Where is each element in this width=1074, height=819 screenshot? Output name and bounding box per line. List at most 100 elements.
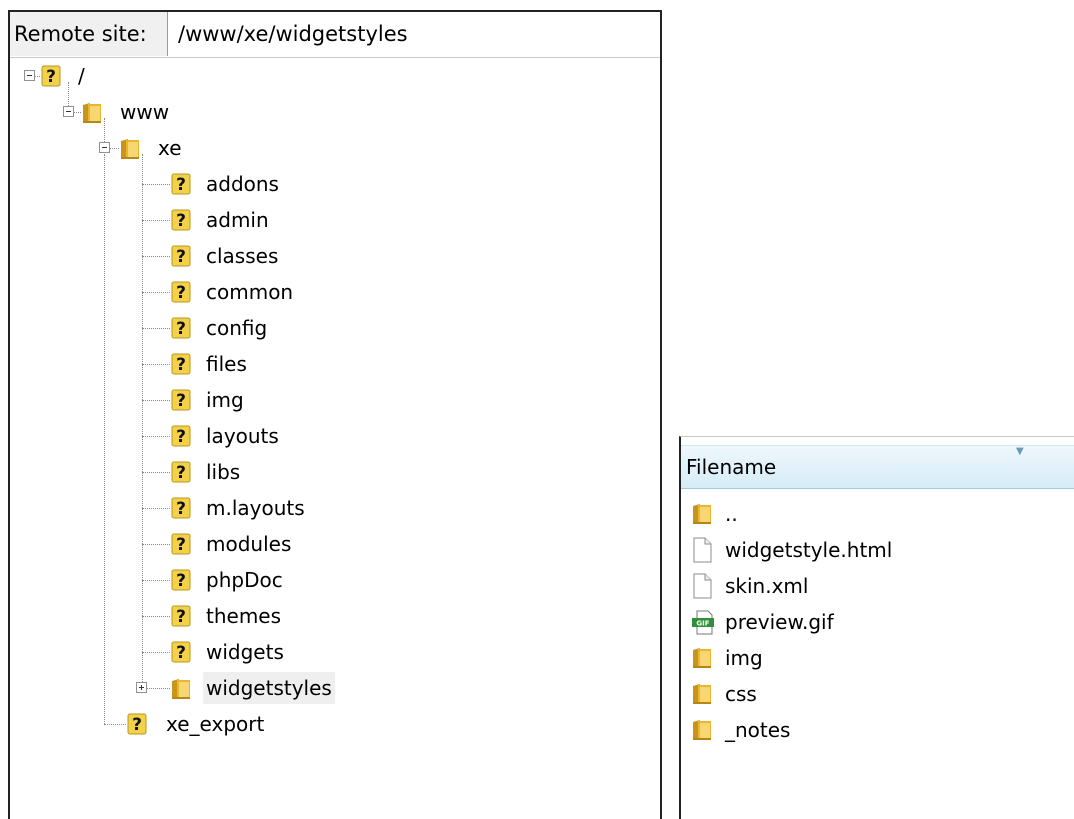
tree-node-label: files xyxy=(206,352,247,376)
tree-node-addons[interactable]: ? addons xyxy=(10,168,650,200)
tree-connector-line xyxy=(104,154,105,724)
tree-connector-line xyxy=(142,184,170,185)
folder-icon xyxy=(119,136,141,160)
file-list-item[interactable]: .. xyxy=(681,497,1071,531)
tree-connector-line xyxy=(142,616,170,617)
question-folder-icon: ? xyxy=(170,388,192,412)
file-name: .. xyxy=(725,502,738,526)
tree-node-root[interactable]: ? / xyxy=(10,60,650,92)
file-name: skin.xml xyxy=(725,574,809,598)
collapse-minus-icon[interactable] xyxy=(24,70,35,81)
file-list-item[interactable]: GIF preview.gif xyxy=(681,605,1071,639)
tree-node-label: addons xyxy=(206,172,279,196)
sort-arrow-icon: ▼ xyxy=(1016,446,1024,457)
tree-node-phpdoc[interactable]: ? phpDoc xyxy=(10,564,650,596)
tree-connector-line xyxy=(142,400,170,401)
svg-text:?: ? xyxy=(176,391,186,411)
svg-text:?: ? xyxy=(176,247,186,267)
tree-connector-line xyxy=(142,580,170,581)
tree-node-label: classes xyxy=(206,244,279,268)
svg-text:?: ? xyxy=(176,175,186,195)
tree-connector-line xyxy=(142,472,170,473)
file-list-item[interactable]: widgetstyle.html xyxy=(681,533,1071,567)
file-list-item[interactable]: css xyxy=(681,677,1071,711)
question-folder-icon: ? xyxy=(170,280,192,304)
file-name: img xyxy=(725,646,763,670)
tree-node-layouts[interactable]: ? layouts xyxy=(10,420,650,452)
tree-node-m-layouts[interactable]: ? m.layouts xyxy=(10,492,650,524)
remote-directory-tree: ? / www xe? addons? admin? classes? common? conf… xyxy=(10,58,660,819)
tree-node-modules[interactable]: ? modules xyxy=(10,528,650,560)
tree-connector-line xyxy=(142,292,170,293)
tree-node-label: xe_export xyxy=(166,712,265,736)
svg-text:?: ? xyxy=(176,319,186,339)
tree-connector-line xyxy=(74,112,81,113)
question-folder-icon: ? xyxy=(170,640,192,664)
tree-node-img[interactable]: ? img xyxy=(10,384,650,416)
tree-connector-line xyxy=(110,148,119,149)
tree-node-label: img xyxy=(206,388,244,412)
svg-text:?: ? xyxy=(176,463,186,483)
svg-text:?: ? xyxy=(46,67,56,87)
tree-connector-line xyxy=(142,328,170,329)
question-folder-icon: ? xyxy=(170,568,192,592)
tree-connector-line xyxy=(142,220,170,221)
remote-file-list-panel: ▼ Filename .. widgetstyle.html skin.xml GIF… xyxy=(679,436,1074,819)
folder-icon xyxy=(691,501,713,527)
question-folder-icon: ? xyxy=(170,496,192,520)
tree-node-widgets[interactable]: ? widgets xyxy=(10,636,650,668)
tree-node-common[interactable]: ? common xyxy=(10,276,650,308)
question-folder-icon: ? xyxy=(170,244,192,268)
tree-node-config[interactable]: ? config xyxy=(10,312,650,344)
collapse-minus-icon[interactable] xyxy=(99,142,110,153)
question-folder-icon: ? xyxy=(170,172,192,196)
tree-node-classes[interactable]: ? classes xyxy=(10,240,650,272)
svg-text:?: ? xyxy=(176,571,186,591)
file-list-item[interactable]: img xyxy=(681,641,1071,675)
file-name: widgetstyle.html xyxy=(725,538,893,562)
tree-node-files[interactable]: ? files xyxy=(10,348,650,380)
file-icon xyxy=(691,537,713,563)
tree-connector-line xyxy=(35,76,40,77)
tree-node-label: www xyxy=(120,100,170,124)
file-icon xyxy=(691,573,713,599)
tree-node-label: layouts xyxy=(206,424,279,448)
tree-node-themes[interactable]: ? themes xyxy=(10,600,650,632)
tree-node-www[interactable]: www xyxy=(10,96,650,128)
filename-column-label: Filename xyxy=(686,455,777,479)
svg-text:?: ? xyxy=(132,715,142,735)
tree-connector-line xyxy=(68,82,69,106)
tree-connector-line xyxy=(142,544,170,545)
svg-text:?: ? xyxy=(176,211,186,231)
tree-node-label: widgets xyxy=(206,640,284,664)
file-name: preview.gif xyxy=(725,610,834,634)
tree-node-label: common xyxy=(206,280,294,304)
remote-site-panel: Remote site: /www/xe/widgetstyles ? / www x… xyxy=(8,10,662,819)
tree-connector-line xyxy=(104,118,105,142)
tree-node-widgetstyles[interactable]: widgetstyles xyxy=(10,672,650,704)
tree-node-xe[interactable]: xe xyxy=(10,132,650,164)
question-folder-icon: ? xyxy=(170,352,192,376)
tree-node-label: admin xyxy=(206,208,269,232)
question-folder-icon: ? xyxy=(170,208,192,232)
file-list-item[interactable]: _notes xyxy=(681,713,1071,747)
collapse-minus-icon[interactable] xyxy=(63,106,74,117)
folder-icon xyxy=(691,681,713,707)
svg-text:?: ? xyxy=(176,535,186,555)
folder-icon xyxy=(691,717,713,743)
tree-node-libs[interactable]: ? libs xyxy=(10,456,650,488)
gif-image-icon: GIF xyxy=(691,609,714,635)
tree-node-label: m.layouts xyxy=(206,496,305,520)
tree-connector-line xyxy=(142,508,170,509)
tree-node-label: config xyxy=(206,316,268,340)
tree-node-label: / xyxy=(78,64,85,88)
filename-column-header[interactable]: ▼ Filename xyxy=(681,445,1074,489)
tree-node-admin[interactable]: ? admin xyxy=(10,204,650,236)
tree-node-label: modules xyxy=(206,532,292,556)
question-folder-icon: ? xyxy=(170,532,192,556)
remote-site-label: Remote site: xyxy=(10,12,168,56)
remote-site-path-input[interactable]: /www/xe/widgetstyles xyxy=(178,12,656,56)
question-folder-icon: ? xyxy=(170,604,192,628)
expand-plus-icon[interactable] xyxy=(136,682,147,693)
file-list-item[interactable]: skin.xml xyxy=(681,569,1071,603)
